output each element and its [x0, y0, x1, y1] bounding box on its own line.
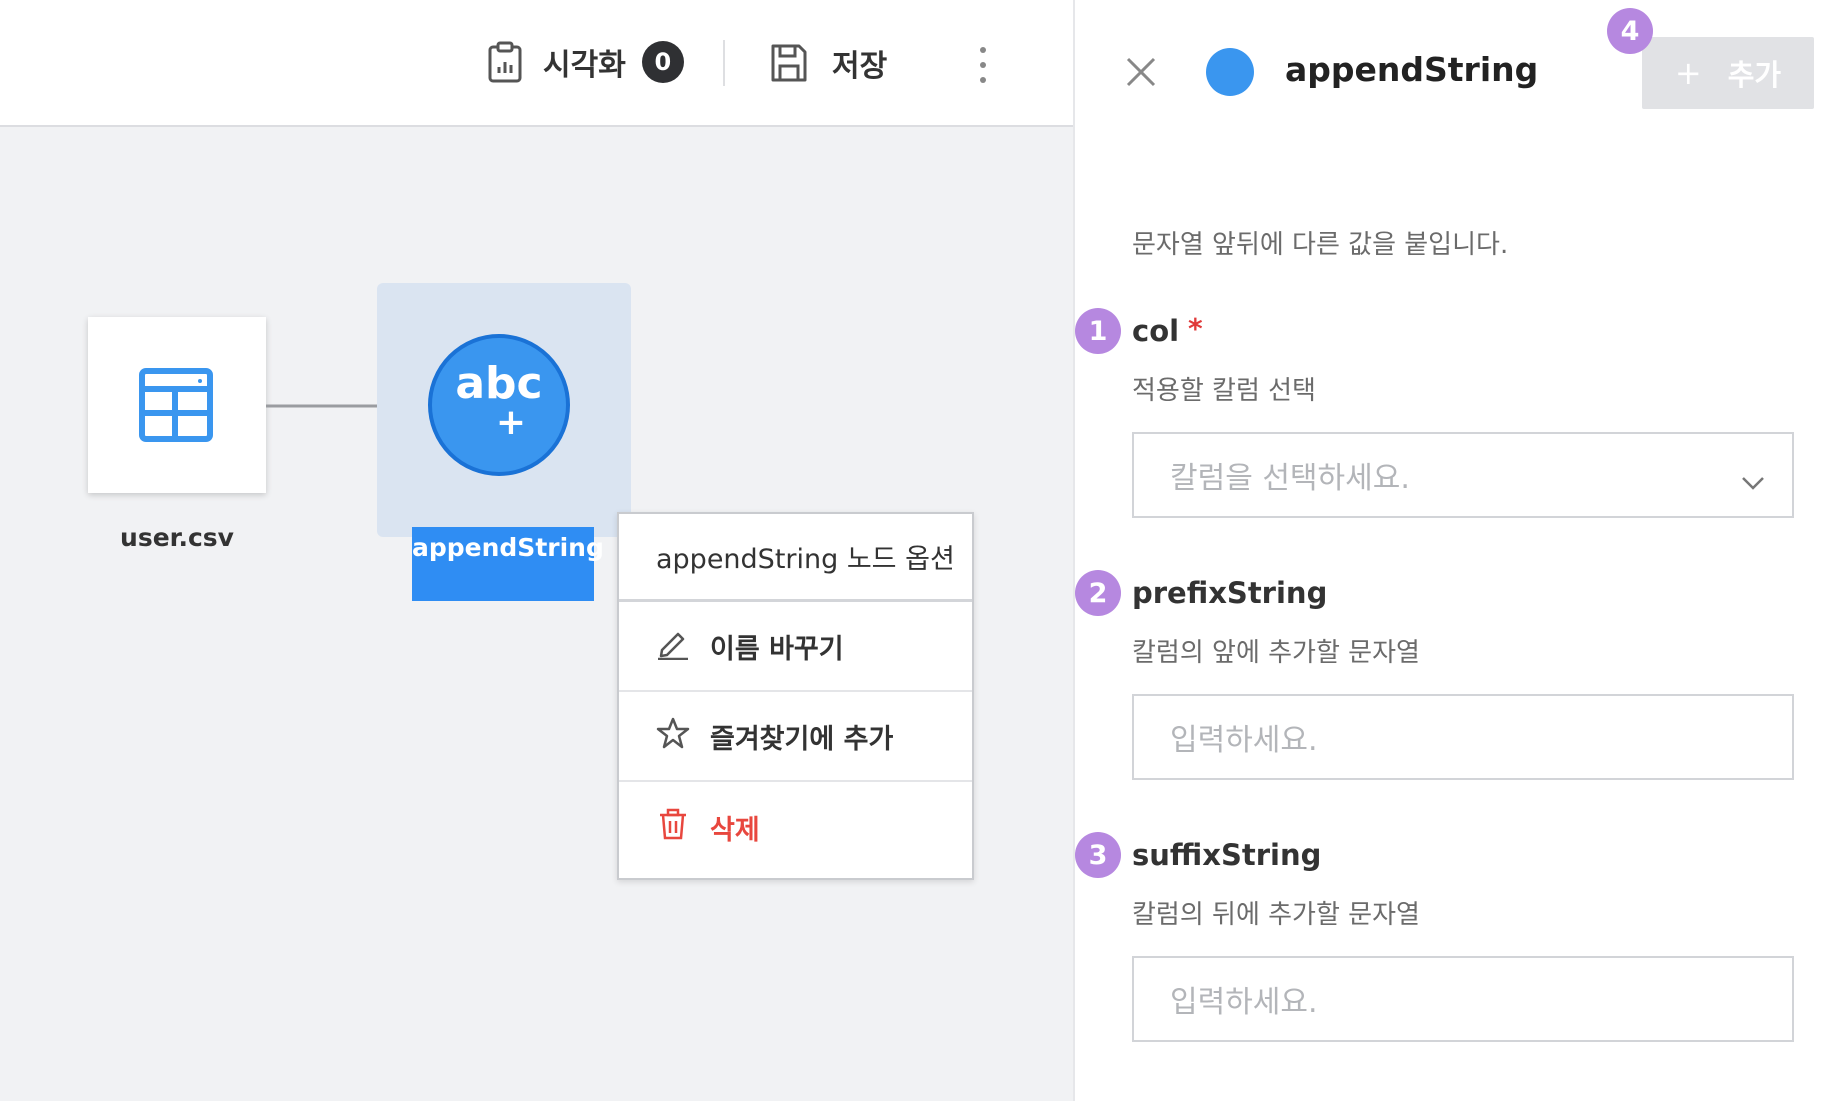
- menu-item-delete[interactable]: 삭제: [619, 782, 972, 872]
- source-node[interactable]: [88, 317, 266, 493]
- step-badge-4: 4: [1607, 8, 1653, 54]
- suffix-string-input[interactable]: 입력하세요.: [1132, 956, 1794, 1042]
- suffix-field-help: 칼럼의 뒤에 추가할 문자열: [1132, 900, 1420, 930]
- visualize-count-badge: 0: [641, 41, 684, 83]
- plus-glyph: +: [495, 402, 527, 443]
- table-icon: [138, 367, 214, 447]
- abc-glyph: abc: [455, 358, 543, 409]
- append-node-label[interactable]: appendString: [412, 527, 604, 601]
- prefix-input-placeholder: 입력하세요.: [1170, 723, 1318, 758]
- add-button-label: 추가: [1727, 58, 1782, 92]
- panel-description: 문자열 앞뒤에 다른 값을 붙입니다.: [1132, 230, 1509, 260]
- close-icon[interactable]: [1125, 56, 1157, 88]
- menu-item-label: 삭제: [710, 814, 760, 846]
- plus-icon: +: [1674, 54, 1702, 92]
- visualize-label: 시각화: [543, 48, 626, 83]
- source-node-label: user.csv: [120, 523, 234, 552]
- node-context-menu: appendString 노드 옵션 이름 바꾸기 즐겨찾기에 추가 삭제: [617, 512, 974, 880]
- chevron-down-icon: [1740, 465, 1766, 500]
- prefix-field-label: prefixString: [1132, 576, 1328, 610]
- prefix-field-help: 칼럼의 앞에 추가할 문자열: [1132, 638, 1420, 668]
- add-button[interactable]: + 추가: [1642, 37, 1814, 109]
- menu-item-add-favorite[interactable]: 즐겨찾기에 추가: [619, 692, 972, 782]
- suffix-field-label: suffixString: [1132, 838, 1322, 872]
- step-badge-2: 2: [1075, 570, 1121, 616]
- more-options-icon[interactable]: [975, 44, 991, 86]
- append-node-circle: abc +: [428, 334, 570, 476]
- save-label: 저장: [832, 49, 888, 84]
- col-select-placeholder: 칼럼을 선택하세요.: [1170, 461, 1410, 496]
- suffix-input-placeholder: 입력하세요.: [1170, 985, 1318, 1020]
- node-settings-panel: appendString + 추가 4 문자열 앞뒤에 다른 값을 붙입니다. …: [1073, 0, 1845, 1101]
- panel-title: appendString: [1285, 50, 1539, 89]
- col-field-help: 적용할 칼럼 선택: [1132, 376, 1316, 406]
- menu-item-rename[interactable]: 이름 바꾸기: [619, 602, 972, 692]
- step-badge-1: 1: [1075, 308, 1121, 354]
- toolbar: 시각화 0 저장: [0, 0, 1073, 127]
- required-asterisk: *: [1188, 312, 1203, 345]
- col-field-label: col: [1132, 314, 1180, 348]
- visualize-button[interactable]: 시각화 0: [487, 40, 684, 84]
- trash-icon: [656, 807, 710, 848]
- toolbar-divider: [723, 40, 725, 86]
- prefix-string-input[interactable]: 입력하세요.: [1132, 694, 1794, 780]
- context-menu-header: appendString 노드 옵션: [619, 514, 972, 602]
- save-disk-icon: [770, 43, 808, 83]
- save-button[interactable]: 저장: [770, 41, 887, 85]
- clipboard-chart-icon: [487, 40, 523, 84]
- col-select[interactable]: 칼럼을 선택하세요.: [1132, 432, 1794, 518]
- star-icon: [656, 716, 710, 757]
- append-string-node[interactable]: abc +: [377, 283, 631, 537]
- menu-item-label: 즐겨찾기에 추가: [710, 723, 894, 755]
- pencil-icon: [656, 626, 710, 667]
- node-color-dot: [1206, 48, 1254, 96]
- step-badge-3: 3: [1075, 832, 1121, 878]
- workspace: 시각화 0 저장 user.csv abc + appendString app…: [0, 0, 1073, 1101]
- menu-item-label: 이름 바꾸기: [710, 633, 844, 665]
